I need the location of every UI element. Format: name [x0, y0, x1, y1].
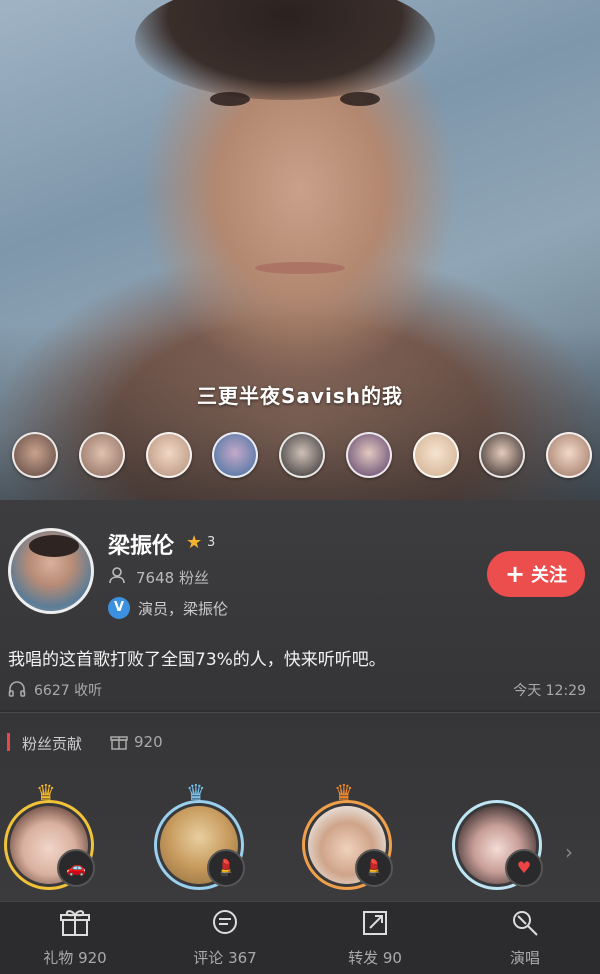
cover-photo[interactable]	[0, 0, 600, 500]
bottom-tab-bar: 礼物 920 评论 367 转发 90 演唱	[0, 901, 600, 974]
gift-icon	[60, 909, 90, 941]
bronze-crown-icon: ♛	[334, 781, 354, 806]
post-time: 今天 12:29	[513, 683, 586, 699]
listener-avatar[interactable]	[479, 432, 526, 478]
fans-count: 7648 粉丝	[136, 569, 209, 587]
plus-icon: +	[504, 560, 526, 588]
user-avatar[interactable]	[8, 528, 94, 614]
listener-avatar[interactable]	[212, 432, 259, 478]
tab-share-label: 转发 90	[348, 948, 402, 967]
listener-avatar[interactable]	[12, 432, 58, 478]
song-caption: 三更半夜Savish的我	[197, 384, 403, 408]
silver-crown-icon: ♛	[186, 781, 206, 806]
verified-icon: V	[108, 597, 130, 619]
follow-label: 关注	[531, 565, 568, 586]
lipstick-gift-icon: 💄	[355, 849, 393, 887]
level-star-icon: ★	[186, 532, 203, 553]
top-fan-4[interactable]: ♥	[452, 800, 543, 890]
username[interactable]: 梁振伦	[108, 528, 174, 560]
top-fan-3[interactable]: ♛ 💄	[302, 783, 393, 890]
listener-avatar[interactable]	[145, 432, 192, 478]
listener-avatar[interactable]	[345, 432, 392, 478]
tab-sing-label: 演唱	[509, 948, 540, 967]
contribution-title: 粉丝贡献	[22, 735, 83, 753]
tab-comment-label: 评论 367	[193, 948, 257, 967]
listener-avatar[interactable]	[279, 432, 325, 478]
section-accent-bar	[7, 733, 10, 751]
listener-avatar[interactable]	[546, 432, 592, 478]
cover-gradient	[0, 0, 600, 500]
fans-icon	[108, 565, 130, 587]
top-fan-1[interactable]: ♛ 🚗	[4, 783, 95, 890]
tab-gift-label: 礼物 920	[43, 948, 107, 967]
contribution-count: 920	[134, 733, 163, 751]
sing-icon	[510, 909, 540, 941]
listener-avatar[interactable]	[412, 432, 459, 478]
listener-avatars	[12, 432, 592, 482]
gift-icon	[110, 733, 128, 755]
car-gift-icon: 🚗	[57, 849, 95, 887]
comment-icon	[210, 909, 240, 941]
tab-gift[interactable]: 礼物 920	[0, 902, 150, 974]
level-number: 3	[207, 535, 216, 550]
top-fan-2[interactable]: ♛ 💄	[154, 783, 245, 890]
listener-avatar[interactable]	[78, 432, 125, 478]
lipstick-gift-icon: 💄	[207, 849, 245, 887]
verified-text: 演员，梁振伦	[138, 600, 229, 618]
follow-button[interactable]: + 关注	[487, 551, 585, 597]
profile-panel	[0, 500, 600, 710]
headphones-icon	[8, 680, 26, 702]
gold-crown-icon: ♛	[36, 781, 56, 806]
post-description: 我唱的这首歌打败了全国73%的人，快来听听吧。	[8, 650, 386, 670]
tab-share[interactable]: 转发 90	[300, 902, 450, 974]
share-icon	[360, 909, 390, 941]
chevron-right-icon[interactable]: ›	[565, 840, 573, 864]
heart-gift-icon: ♥	[505, 849, 543, 887]
tab-sing[interactable]: 演唱	[450, 902, 600, 974]
play-count: 6627 收听	[34, 683, 103, 699]
tab-comment[interactable]: 评论 367	[150, 902, 300, 974]
